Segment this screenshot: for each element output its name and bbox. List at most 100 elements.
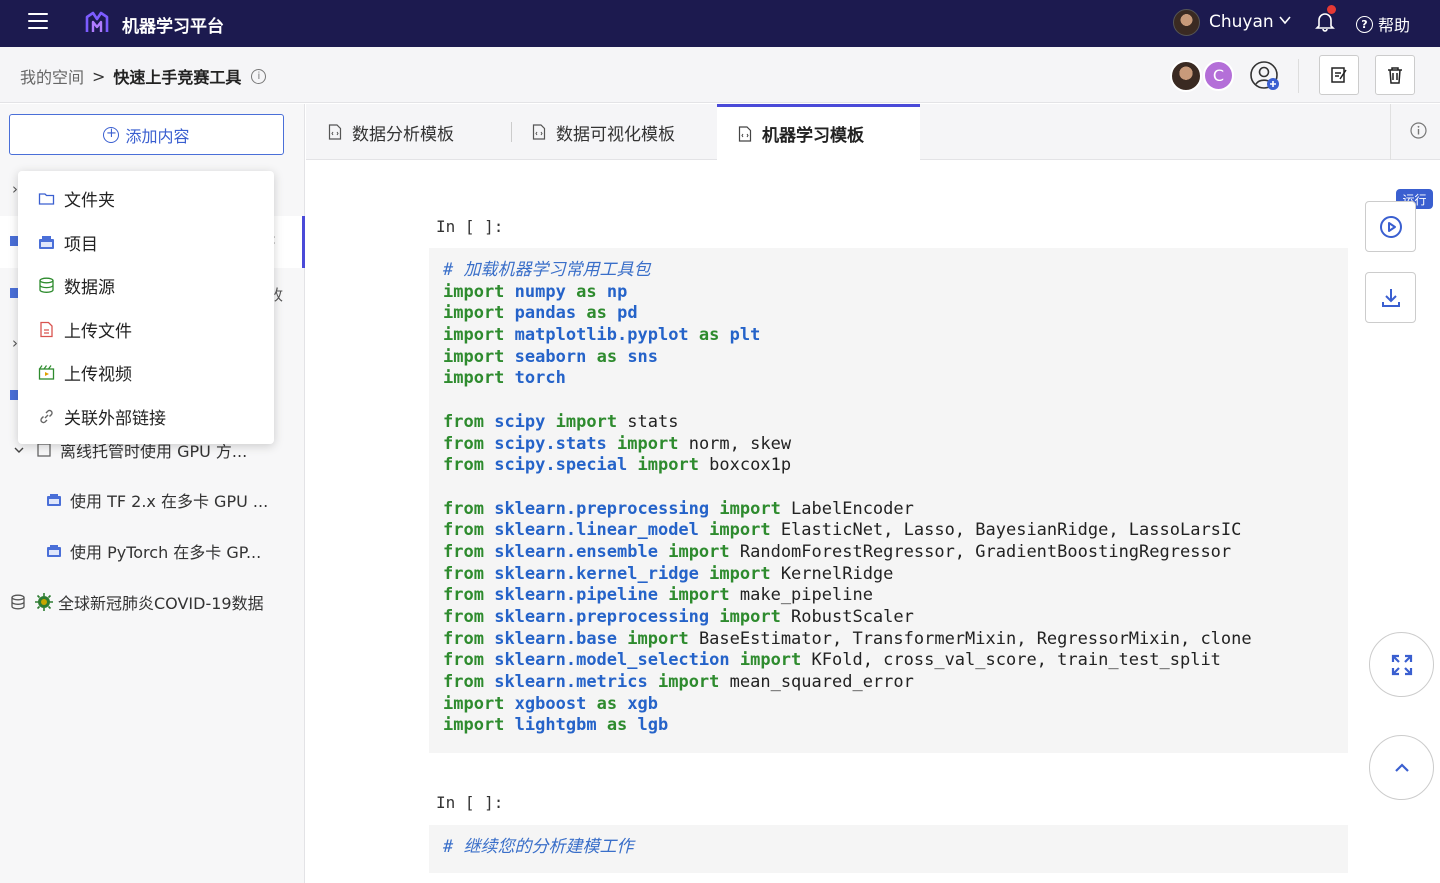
code-line: import seaborn as sns <box>443 346 659 367</box>
tab-label: 数据分析模板 <box>352 124 454 145</box>
notification-dot <box>1327 5 1336 14</box>
add-content-button[interactable]: + 添加内容 <box>9 114 284 155</box>
virus-icon <box>35 593 53 611</box>
link-icon <box>40 409 53 423</box>
code-line: import xgboost as xgb <box>443 693 659 714</box>
logo-icon <box>85 11 109 32</box>
user-name[interactable]: Chuyan <box>1209 12 1274 32</box>
breadcrumb: 我的空间 > 快速上手竞赛工具 i <box>20 64 267 88</box>
database-icon <box>39 277 54 294</box>
code-line: from sklearn.metrics import mean_squared… <box>443 672 914 693</box>
code-line: # 继续您的分析建模工作 <box>443 837 634 857</box>
chevron-down-icon[interactable] <box>1278 13 1292 27</box>
tree-item-label: 使用 PyTorch 在多卡 GP... <box>70 543 262 562</box>
toolbar-divider <box>1298 59 1299 93</box>
video-icon <box>38 365 55 380</box>
code-line: from sklearn.preprocessing import LabelE… <box>443 498 914 519</box>
menu-item-label: 上传文件 <box>64 321 132 342</box>
tab-divider <box>511 122 512 142</box>
database-icon <box>11 594 25 610</box>
tree-item-project[interactable]: 使用 TF 2.x 在多卡 GPU ... <box>46 488 268 512</box>
menu-item-label: 项目 <box>64 234 98 255</box>
chevron-up-icon <box>1394 762 1409 772</box>
file-icon <box>40 321 53 337</box>
file-icon <box>37 443 51 457</box>
delete-button[interactable] <box>1375 55 1415 95</box>
folder-icon <box>38 193 55 205</box>
top-bar: 机器学习平台 Chuyan ? 帮助 <box>0 0 1440 47</box>
add-content-menu: 文件夹 项目 数据源 上传文件 上传视频 关联外部链接 <box>18 171 274 444</box>
code-line: from sklearn.base import BaseEstimator, … <box>443 628 1252 649</box>
add-content-label: 添加内容 <box>125 126 190 146</box>
code-line: import numpy as np <box>443 281 628 302</box>
tab-data-visualization[interactable]: 数据可视化模板 <box>532 104 717 160</box>
menu-item-project[interactable]: 项目 <box>18 221 274 265</box>
tab-bar: 数据分析模板 数据可视化模板 机器学习模板 <box>306 104 1440 160</box>
breadcrumb-separator: > <box>92 66 106 86</box>
code-line: import torch <box>443 368 566 389</box>
tab-machine-learning[interactable]: 机器学习模板 <box>717 104 920 160</box>
play-circle-icon <box>1379 215 1402 238</box>
collaborator-avatar-c[interactable]: C <box>1203 60 1234 91</box>
notebook-icon <box>738 125 752 142</box>
project-icon <box>39 235 54 249</box>
add-collaborator-icon[interactable] <box>1249 60 1281 92</box>
code-line: from sklearn.pipeline import make_pipeli… <box>443 585 873 606</box>
tab-data-analysis[interactable]: 数据分析模板 <box>328 104 513 160</box>
tree-item-label: 全球新冠肺炎COVID-19数据 <box>58 594 264 613</box>
menu-icon[interactable] <box>28 13 48 31</box>
info-icon[interactable]: i <box>251 68 267 84</box>
project-icon <box>47 545 61 557</box>
tab-label: 机器学习模板 <box>762 126 864 146</box>
menu-item-upload-video[interactable]: 上传视频 <box>18 351 274 395</box>
tab-bar-divider <box>1390 104 1391 160</box>
cell-prompt: In [ ]: <box>436 793 504 812</box>
download-button[interactable] <box>1365 272 1416 323</box>
code-line: import matplotlib.pyplot as plt <box>443 325 761 346</box>
plus-circle-icon: + <box>103 126 120 143</box>
code-line: from sklearn.model_selection import KFol… <box>443 650 1221 671</box>
info-icon[interactable] <box>1410 122 1427 139</box>
code-line: from sklearn.linear_model import Elastic… <box>443 520 1242 541</box>
run-button[interactable] <box>1365 201 1416 252</box>
cell-prompt: In [ ]: <box>436 217 504 236</box>
help-link[interactable]: ? 帮助 <box>1356 12 1410 36</box>
user-avatar[interactable] <box>1173 9 1200 36</box>
code-line: import lightgbm as lgb <box>443 715 669 736</box>
tree-item-dataset[interactable]: 全球新冠肺炎COVID-19数据 <box>10 590 264 614</box>
tab-label: 数据可视化模板 <box>556 124 675 145</box>
menu-item-datasource[interactable]: 数据源 <box>18 264 274 308</box>
code-line: from scipy.special import boxcox1p <box>443 455 792 476</box>
code-line: import pandas as pd <box>443 303 638 324</box>
code-cell[interactable]: # 继续您的分析建模工作 <box>429 825 1348 873</box>
fullscreen-button[interactable] <box>1369 632 1434 697</box>
menu-item-label: 关联外部链接 <box>64 408 166 429</box>
menu-item-label: 数据源 <box>64 278 115 299</box>
menu-item-upload-file[interactable]: 上传文件 <box>18 308 274 352</box>
help-label: 帮助 <box>1378 16 1411 35</box>
scroll-top-button[interactable] <box>1369 735 1434 800</box>
menu-item-external-link[interactable]: 关联外部链接 <box>18 395 274 439</box>
code-line: from scipy.stats import norm, skew <box>443 433 792 454</box>
edit-button[interactable] <box>1319 55 1359 95</box>
code-line: from sklearn.kernel_ridge import KernelR… <box>443 563 894 584</box>
notebook-icon <box>328 124 342 140</box>
project-icon <box>47 494 61 506</box>
help-icon: ? <box>1356 15 1373 33</box>
code-line: from sklearn.ensemble import RandomFores… <box>443 541 1232 562</box>
code-cell[interactable]: # 加载机器学习常用工具包 import numpy as np import pa… <box>429 248 1348 753</box>
tree-item-project[interactable]: 使用 PyTorch 在多卡 GP... <box>46 539 261 563</box>
menu-item-label: 文件夹 <box>64 191 115 212</box>
download-icon <box>1381 288 1400 307</box>
collaborator-avatar[interactable] <box>1170 60 1202 92</box>
menu-item-folder[interactable]: 文件夹 <box>18 177 274 221</box>
expand-icon <box>1391 654 1412 675</box>
notebook-icon <box>532 124 546 140</box>
code-line: # 加载机器学习常用工具包 <box>443 260 651 280</box>
code-line: from sklearn.preprocessing import Robust… <box>443 607 914 627</box>
breadcrumb-root[interactable]: 我的空间 <box>20 64 84 88</box>
chevron-down-icon <box>14 447 24 453</box>
tree-item-label: 使用 TF 2.x 在多卡 GPU ... <box>70 492 269 511</box>
